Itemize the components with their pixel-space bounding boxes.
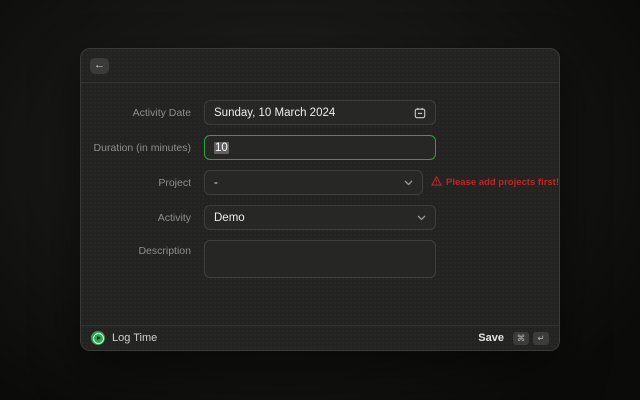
project-value: -	[214, 177, 218, 189]
project-row: Project - Please add projects f	[81, 170, 559, 195]
activity-value: Demo	[214, 212, 245, 224]
alert-triangle-icon	[431, 176, 442, 189]
description-textarea[interactable]	[204, 240, 436, 278]
activity-label: Activity	[81, 212, 204, 224]
activity-date-input[interactable]: Sunday, 10 March 2024	[204, 100, 436, 125]
activity-date-label: Activity Date	[81, 107, 204, 119]
project-label: Project	[81, 177, 204, 189]
log-time-dialog: ← Activity Date Sunday, 10 March 2024 Du…	[80, 48, 560, 351]
dialog-header: ←	[81, 49, 559, 83]
footer-app-identity: Log Time	[91, 331, 157, 345]
activity-select[interactable]: Demo	[204, 205, 436, 230]
dialog-footer: Log Time Save ⌘ ↵	[81, 325, 559, 350]
project-select[interactable]: -	[204, 170, 423, 195]
enter-key-icon: ↵	[533, 332, 549, 345]
back-button[interactable]: ←	[90, 58, 109, 74]
play-circle-icon	[91, 331, 105, 345]
calendar-icon[interactable]	[414, 107, 426, 119]
project-warning: Please add projects first!	[431, 176, 559, 189]
activity-date-row: Activity Date Sunday, 10 March 2024	[81, 100, 559, 125]
activity-date-value: Sunday, 10 March 2024	[214, 107, 335, 119]
command-key-icon: ⌘	[513, 332, 529, 345]
chevron-down-icon	[417, 212, 426, 224]
description-row: Description	[81, 240, 559, 278]
chevron-down-icon	[404, 177, 413, 189]
save-action[interactable]: Save ⌘ ↵	[478, 332, 549, 345]
duration-row: Duration (in minutes) 10	[81, 135, 559, 160]
description-label: Description	[81, 240, 204, 257]
duration-input[interactable]: 10	[204, 135, 436, 160]
app-label: Log Time	[112, 332, 157, 344]
duration-value: 10	[214, 142, 229, 154]
duration-label: Duration (in minutes)	[81, 142, 204, 154]
save-button[interactable]: Save	[478, 332, 504, 344]
project-warning-text: Please add projects first!	[446, 177, 559, 188]
arrow-left-icon: ←	[94, 58, 105, 73]
activity-row: Activity Demo	[81, 205, 559, 230]
log-time-form: Activity Date Sunday, 10 March 2024 Dura…	[81, 83, 559, 278]
